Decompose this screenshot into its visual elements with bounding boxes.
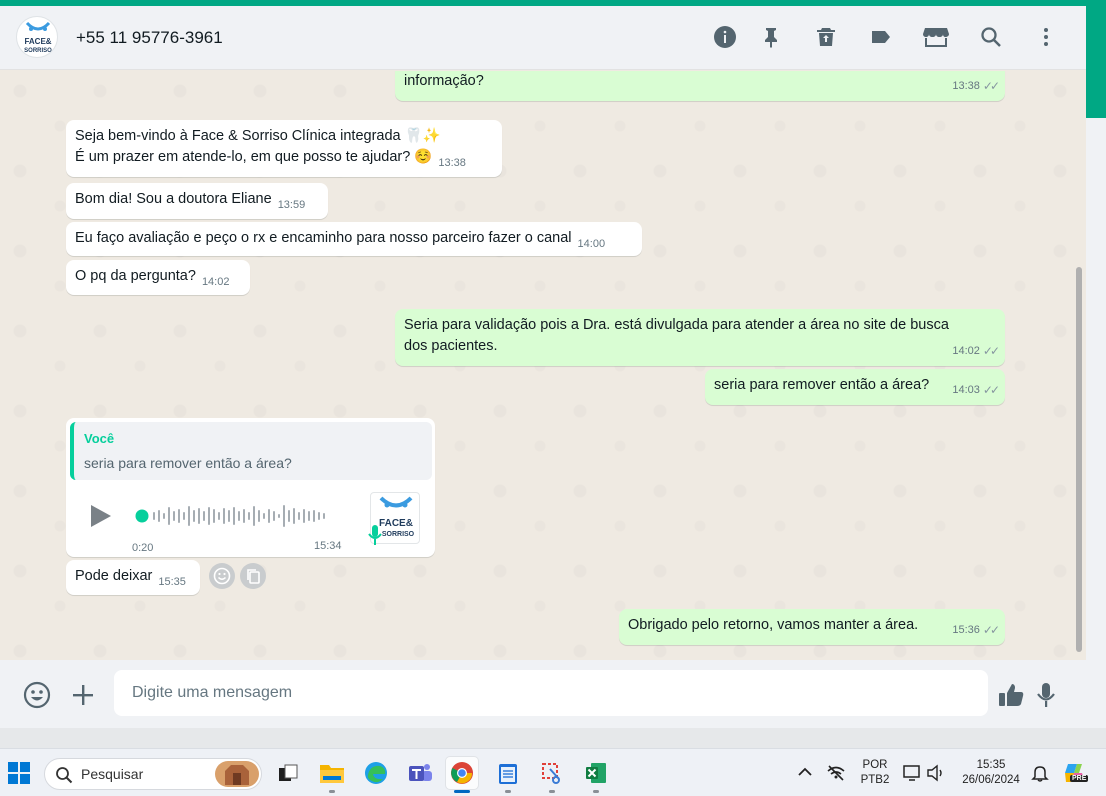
message-list[interactable]: informação? 13:38 ✓✓ Seja bem-vindo à Fac… (0, 71, 1086, 660)
windows-start-icon[interactable] (8, 762, 30, 784)
copy-icon[interactable] (240, 563, 266, 589)
quote-author: Você (84, 431, 115, 446)
message-outgoing[interactable]: seria para remover então a área? 14:03 ✓✓ (705, 369, 1005, 405)
voice-message[interactable]: Você seria para remover então a área? 0:… (66, 418, 435, 557)
taskbar-search[interactable]: Pesquisar (44, 758, 262, 790)
svg-text:SORRISO: SORRISO (24, 48, 52, 54)
search-highlight-icon (215, 761, 259, 787)
message-input[interactable] (114, 670, 988, 716)
info-icon[interactable] (712, 24, 738, 50)
quoted-reply[interactable]: Você seria para remover então a área? (70, 422, 432, 480)
voice-waveform[interactable] (134, 502, 334, 530)
mic-icon (368, 525, 382, 545)
scrollbar-thumb[interactable] (1076, 267, 1082, 652)
svg-text:FACE&: FACE& (379, 518, 413, 529)
message-outgoing[interactable]: Seria para validação pois a Dra. está di… (395, 309, 1005, 366)
more-options-icon[interactable] (1033, 24, 1059, 50)
snipping-tool-icon[interactable] (536, 757, 568, 793)
message-incoming[interactable]: O pq da pergunta? 14:02 (66, 260, 250, 295)
delete-icon[interactable] (813, 24, 839, 50)
message-meta: 14:02 ✓✓ (952, 341, 1000, 362)
thumbs-up-icon[interactable] (996, 680, 1026, 710)
svg-text:SORRISO: SORRISO (382, 531, 415, 538)
network-disconnected-icon[interactable] (826, 763, 846, 783)
label-icon[interactable] (868, 24, 894, 50)
contact-avatar[interactable]: FACE& SORRISO (16, 16, 58, 58)
message-meta: 13:38 ✓✓ (952, 76, 1000, 97)
emoji-icon[interactable] (22, 680, 52, 710)
contact-name[interactable]: +55 11 95776-3961 (76, 28, 223, 48)
notepad-icon[interactable] (492, 757, 524, 793)
message-incoming[interactable]: Seja bem-vindo à Face & Sorriso Clínica … (66, 120, 502, 177)
teams-icon[interactable] (404, 757, 436, 789)
message-incoming[interactable]: Eu faço avaliação e peço o rx e encaminh… (66, 222, 642, 256)
play-icon[interactable] (86, 502, 114, 530)
message-composer (0, 660, 1086, 728)
edge-browser-icon[interactable] (360, 757, 392, 789)
whatsapp-app: FACE& SORRISO +55 11 95776-3961 informaç… (0, 6, 1086, 728)
message-incoming[interactable]: Bom dia! Sou a doutora Eliane 13:59 (66, 183, 328, 219)
windows-taskbar: Pesquisar POR PTB2 15:35 26/06/2024 PRE (0, 748, 1106, 796)
message-outgoing[interactable]: informação? 13:38 ✓✓ (395, 71, 1005, 101)
quote-text: seria para remover então a área? (84, 455, 292, 471)
chat-scrollbar[interactable] (1074, 71, 1082, 660)
tray-expand-icon[interactable] (796, 763, 814, 781)
display-icon[interactable] (902, 763, 922, 783)
attach-plus-icon[interactable] (68, 680, 98, 710)
notification-bell-icon[interactable] (1030, 763, 1050, 783)
read-receipt-icon: ✓✓ (982, 344, 1000, 358)
read-receipt-icon: ✓✓ (982, 623, 1000, 637)
svg-text:FACE&: FACE& (24, 37, 51, 46)
read-receipt-icon: ✓✓ (982, 79, 1000, 93)
chrome-icon[interactable] (446, 757, 478, 793)
read-receipt-icon: ✓✓ (982, 383, 1000, 397)
message-meta: 14:03 ✓✓ (952, 380, 1000, 401)
voice-duration: 0:20 (132, 542, 154, 554)
volume-icon[interactable] (926, 763, 946, 783)
excel-icon[interactable] (580, 757, 612, 793)
copilot-icon[interactable]: PRE (1062, 760, 1089, 786)
taskview-icon[interactable] (272, 757, 304, 789)
microphone-icon[interactable] (1034, 680, 1058, 710)
clock[interactable]: 15:35 26/06/2024 (956, 758, 1026, 788)
message-meta: 15:36 ✓✓ (952, 620, 1000, 641)
message-time: 15:34 (314, 540, 342, 552)
react-emoji-icon[interactable] (209, 563, 235, 589)
message-incoming[interactable]: Pode deixar 15:35 (66, 560, 200, 595)
search-icon (56, 767, 73, 784)
message-outgoing[interactable]: Obrigado pelo retorno, vamos manter a ár… (619, 609, 1005, 645)
store-icon[interactable] (922, 24, 950, 50)
search-icon[interactable] (978, 24, 1004, 50)
pin-icon[interactable] (758, 24, 784, 50)
language-indicator[interactable]: POR PTB2 (858, 758, 892, 788)
chat-header: FACE& SORRISO +55 11 95776-3961 (0, 6, 1086, 70)
file-explorer-icon[interactable] (316, 757, 348, 793)
window-right-rail (1086, 0, 1106, 728)
